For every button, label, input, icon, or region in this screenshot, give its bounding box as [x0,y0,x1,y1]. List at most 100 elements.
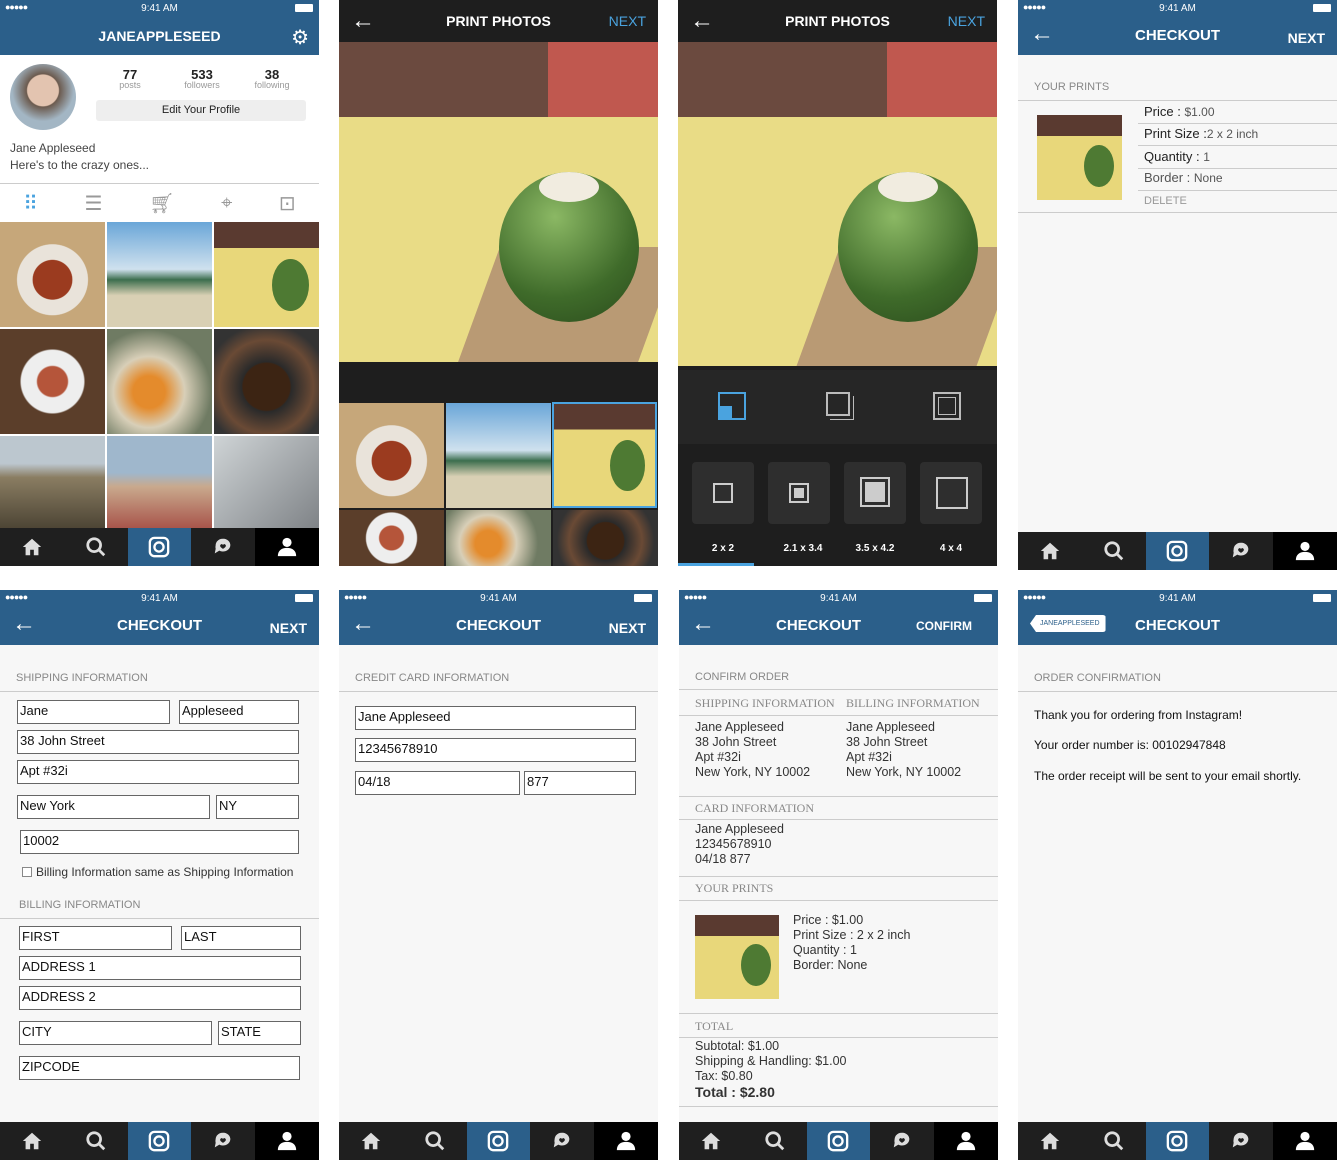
grid-photo[interactable] [214,222,319,327]
billing-address1-field[interactable]: ADDRESS 1 [19,956,301,980]
billing-state-field[interactable]: STATE [218,1021,301,1045]
location-icon[interactable]: ⌖ [221,192,232,215]
next-button[interactable]: NEXT [609,620,646,636]
tab-bar [1018,532,1337,570]
tab-camera[interactable] [466,1122,531,1160]
tab-home[interactable] [1018,1122,1082,1160]
picker-photo[interactable] [553,510,658,566]
tagged-icon[interactable]: ⊡ [279,191,296,216]
address1-field[interactable]: 38 John Street [17,730,299,754]
tab-home[interactable] [0,528,64,566]
same-as-shipping-checkbox[interactable] [22,867,32,877]
grid-photo[interactable] [107,436,212,528]
edit-profile-button[interactable]: Edit Your Profile [96,100,306,121]
tab-activity[interactable] [191,1122,255,1160]
city-field[interactable]: New York [17,795,210,819]
camera-icon [1167,1130,1188,1152]
grid-view-icon[interactable]: ⠿ [23,191,38,216]
tab-camera[interactable] [127,528,192,566]
tab-profile[interactable] [934,1122,998,1160]
header: ← CHECKOUT NEXT [1018,16,1337,55]
address-line: New York, NY 10002 [846,765,962,779]
tab-activity[interactable] [1209,532,1273,570]
expiry-field[interactable]: 04/18 [355,771,520,795]
tab-profile[interactable] [1273,1122,1337,1160]
tab-home[interactable] [339,1122,403,1160]
next-button[interactable]: NEXT [270,620,307,636]
crop-frame-icon[interactable] [933,392,961,420]
cvv-field[interactable]: 877 [524,771,636,795]
tab-home[interactable] [0,1122,64,1160]
address-line: Jane Appleseed [846,720,935,734]
tab-home[interactable] [1018,532,1082,570]
status-bar: ●●●●● 9:41 AM [1018,0,1337,16]
size-option-4x4[interactable] [920,462,982,524]
billing-first-field[interactable]: FIRST [19,926,172,950]
header: JANEAPPLESEED ⚙ [0,16,319,55]
first-name-field[interactable]: Jane [17,700,170,724]
tab-profile[interactable] [594,1122,658,1160]
billing-address2-field[interactable]: ADDRESS 2 [19,986,301,1010]
tab-camera[interactable] [806,1122,871,1160]
grid-photo[interactable] [0,436,105,528]
tab-profile[interactable] [255,1122,319,1160]
confirm-button[interactable]: CONFIRM [916,619,972,633]
picker-photo[interactable] [446,403,551,508]
avatar[interactable] [10,64,76,130]
tab-search[interactable] [64,1122,128,1160]
tab-profile[interactable] [1273,532,1337,570]
tab-activity[interactable] [530,1122,594,1160]
tab-search[interactable] [64,528,128,566]
picker-photo[interactable] [446,510,551,566]
card-number-field[interactable]: 12345678910 [355,738,636,762]
picker-photo[interactable] [339,403,444,508]
last-name-field[interactable]: Appleseed [179,700,299,724]
tab-search[interactable] [1082,1122,1146,1160]
shipping-fee: Shipping & Handling: $1.00 [695,1054,847,1068]
tab-search[interactable] [403,1122,467,1160]
size-option-2x2[interactable] [692,462,754,524]
stat-following[interactable]: 38 following [248,67,296,90]
grid-photo[interactable] [0,329,105,434]
crop-fit-icon[interactable] [718,392,746,420]
grid-photo[interactable] [107,329,212,434]
tab-search[interactable] [743,1122,807,1160]
cart-icon[interactable]: 🛒︎ [149,191,174,216]
billing-last-field[interactable]: LAST [181,926,301,950]
crop-stack-icon[interactable] [826,392,850,416]
billing-zip-field[interactable]: ZIPCODE [19,1056,300,1080]
quantity-value[interactable]: 1 [1203,150,1210,164]
zip-field[interactable]: 10002 [20,830,299,854]
picker-photo-selected[interactable] [552,402,657,508]
tab-profile[interactable] [255,528,319,566]
tab-home[interactable] [679,1122,743,1160]
tab-camera[interactable] [1145,1122,1210,1160]
gear-icon[interactable]: ⚙ [291,25,309,50]
state-field[interactable]: NY [216,795,299,819]
next-button[interactable]: NEXT [1288,30,1325,46]
stat-posts[interactable]: 77 posts [110,67,150,90]
tab-activity[interactable] [191,528,255,566]
billing-city-field[interactable]: CITY [19,1021,212,1045]
next-button[interactable]: NEXT [609,13,646,29]
delete-button[interactable]: DELETE [1144,195,1187,207]
address2-field[interactable]: Apt #32i [17,760,299,784]
picker-photo[interactable] [339,510,444,566]
tab-search[interactable] [1082,532,1146,570]
grid-photo[interactable] [214,329,319,434]
tab-activity[interactable] [1209,1122,1273,1160]
size-option-3-5x4-2[interactable] [844,462,906,524]
cardholder-field[interactable]: Jane Appleseed [355,706,636,730]
grid-photo[interactable] [0,222,105,327]
grid-photo[interactable] [214,436,319,528]
tab-activity[interactable] [870,1122,934,1160]
list-view-icon[interactable]: ☰ [85,191,103,216]
next-button[interactable]: NEXT [948,13,985,29]
user-icon [277,1131,297,1151]
grid-photo[interactable] [107,222,212,327]
border-value[interactable]: None [1194,171,1223,185]
size-option-2-1x3-4[interactable] [768,462,830,524]
stat-followers[interactable]: 533 followers [178,67,226,90]
tab-camera[interactable] [1145,532,1210,570]
tab-camera[interactable] [127,1122,192,1160]
